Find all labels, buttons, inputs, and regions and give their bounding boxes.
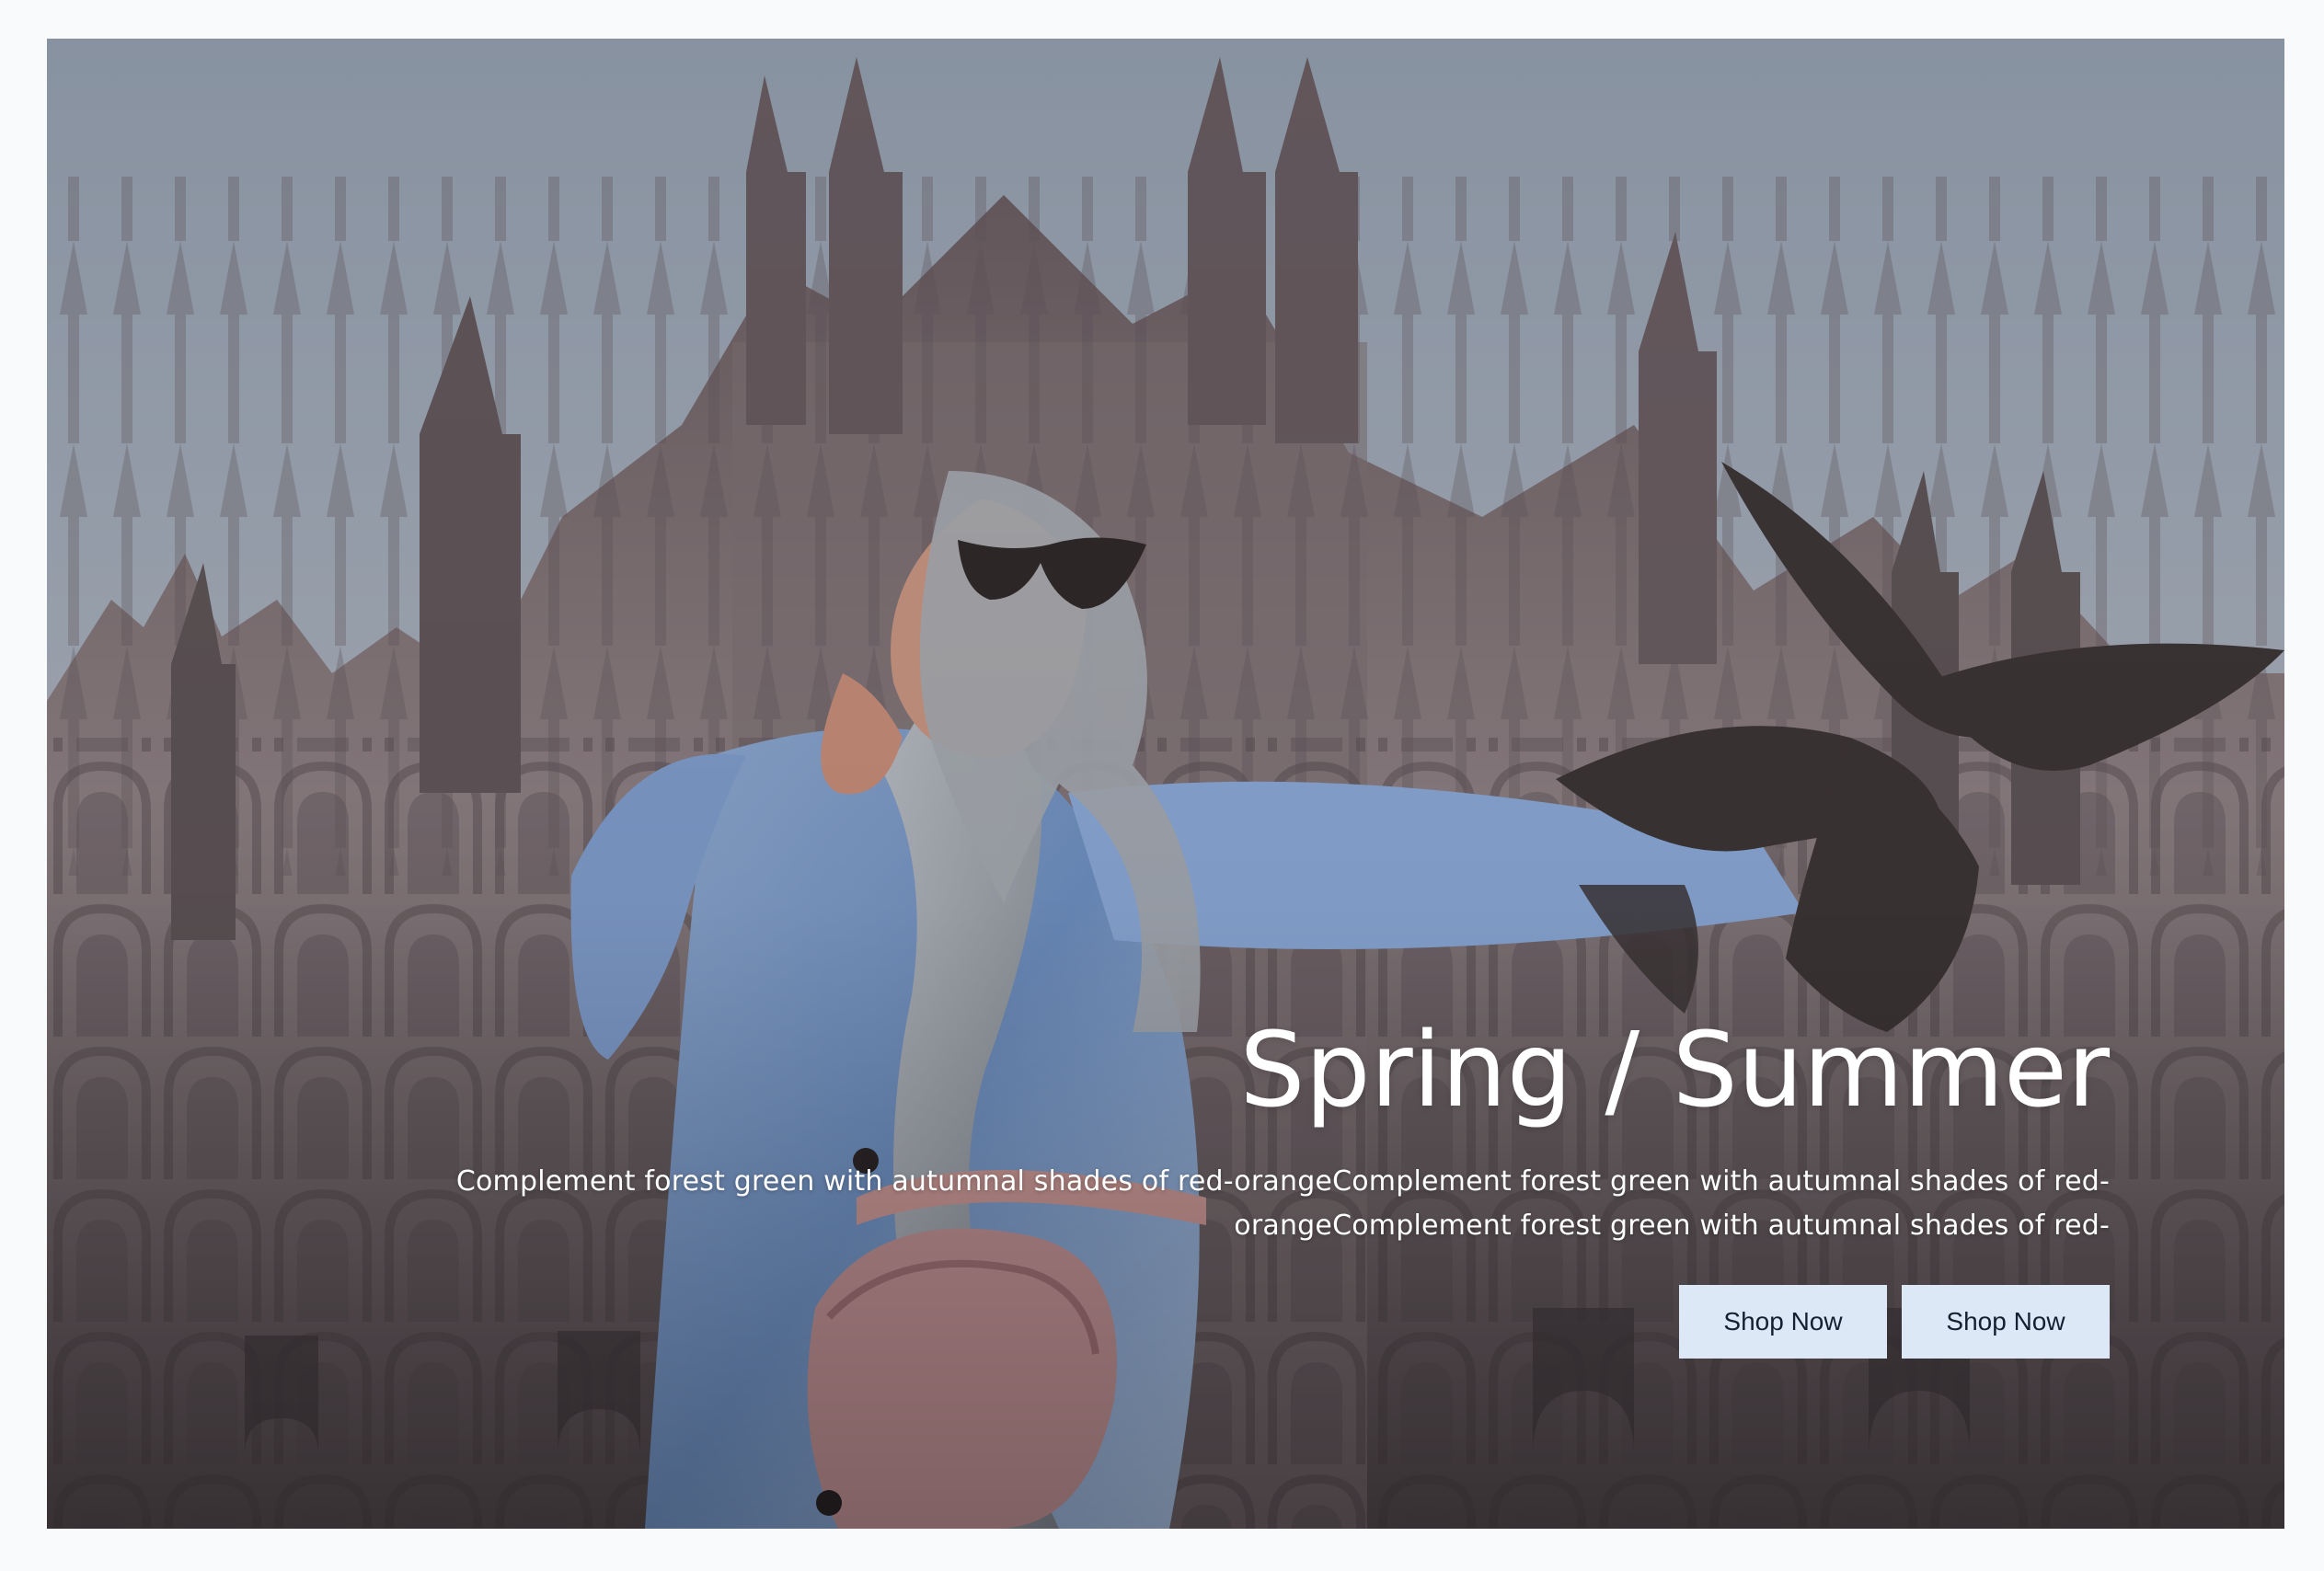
hero-description-line-2: orangeComplement forest green with autum… bbox=[1234, 1210, 2110, 1243]
hero-action-buttons: Shop Now Shop Now bbox=[398, 1285, 2110, 1359]
hero-description: Complement forest green with autumnal sh… bbox=[398, 1160, 2110, 1248]
hero-banner: Spring / Summer Complement forest green … bbox=[47, 39, 2284, 1529]
shop-now-button-primary[interactable]: Shop Now bbox=[1679, 1285, 1887, 1359]
hero-title: Spring / Summer bbox=[1239, 1011, 2110, 1130]
shop-now-button-secondary[interactable]: Shop Now bbox=[1902, 1285, 2110, 1359]
hero-description-line-1: Complement forest green with autumnal sh… bbox=[455, 1165, 2110, 1198]
hero-promo-content: Spring / Summer Complement forest green … bbox=[398, 1011, 2110, 1359]
